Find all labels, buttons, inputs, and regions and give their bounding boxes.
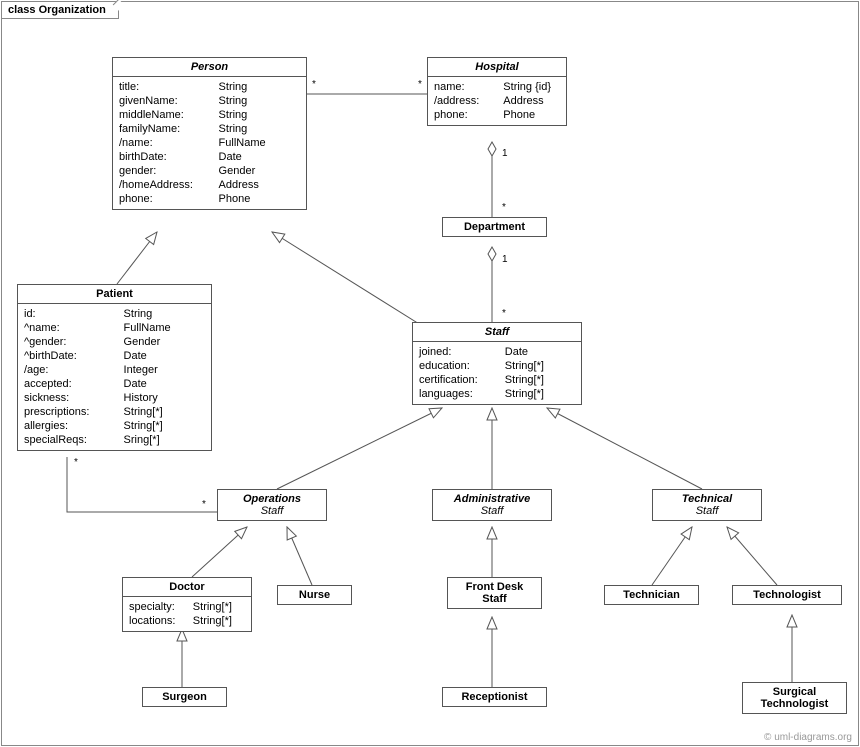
class-patient: Patient id:^name:^gender:^birthDate:/age…: [17, 284, 212, 451]
class-attrs: joined:education:certification:languages…: [413, 342, 581, 404]
mult: *: [74, 457, 78, 468]
class-title: Doctor: [123, 578, 251, 597]
line1: Front Desk: [466, 581, 523, 593]
class-title: Surgical Technologist: [743, 683, 846, 713]
class-title: Department: [443, 218, 546, 236]
class-title: Person: [113, 58, 306, 77]
class-attrs: name:/address:phone: String {id}AddressP…: [428, 77, 566, 125]
class-title: Administrative Staff: [433, 490, 551, 520]
class-technologist: Technologist: [732, 585, 842, 605]
line1: Administrative: [454, 493, 530, 505]
class-doctor: Doctor specialty:locations: String[*]Str…: [122, 577, 252, 632]
class-title: Operations Staff: [218, 490, 326, 520]
class-attrs: specialty:locations: String[*]String[*]: [123, 597, 251, 631]
class-title: Patient: [18, 285, 211, 304]
class-front-desk-staff: Front Desk Staff: [447, 577, 542, 609]
mult: *: [312, 79, 316, 90]
mult: *: [418, 79, 422, 90]
class-attrs: title:givenName:middleName:familyName:/n…: [113, 77, 306, 209]
line2: Staff: [657, 505, 757, 517]
class-title: Hospital: [428, 58, 566, 77]
class-title: Technical Staff: [653, 490, 761, 520]
class-hospital: Hospital name:/address:phone: String {id…: [427, 57, 567, 126]
class-department: Department: [442, 217, 547, 237]
line2: Staff: [437, 505, 547, 517]
uml-frame: class Organization: [1, 1, 859, 746]
class-technician: Technician: [604, 585, 699, 605]
class-title: Receptionist: [443, 688, 546, 706]
class-attrs: id:^name:^gender:^birthDate:/age:accepte…: [18, 304, 211, 450]
class-surgical-technologist: Surgical Technologist: [742, 682, 847, 714]
class-technical-staff: Technical Staff: [652, 489, 762, 521]
class-administrative-staff: Administrative Staff: [432, 489, 552, 521]
class-title: Surgeon: [143, 688, 226, 706]
line1: Operations: [243, 493, 301, 505]
class-person: Person title:givenName:middleName:family…: [112, 57, 307, 210]
line1: Technical: [682, 493, 732, 505]
class-surgeon: Surgeon: [142, 687, 227, 707]
class-title: Front Desk Staff: [448, 578, 541, 608]
line2: Technologist: [747, 698, 842, 710]
line2: Staff: [452, 593, 537, 605]
mult: *: [202, 499, 206, 510]
class-title: Nurse: [278, 586, 351, 604]
watermark: © uml-diagrams.org: [764, 732, 852, 743]
mult: *: [502, 308, 506, 319]
class-title: Staff: [413, 323, 581, 342]
class-receptionist: Receptionist: [442, 687, 547, 707]
class-operations-staff: Operations Staff: [217, 489, 327, 521]
class-title: Technologist: [733, 586, 841, 604]
line2: Staff: [222, 505, 322, 517]
class-staff: Staff joined:education:certification:lan…: [412, 322, 582, 405]
class-title: Technician: [605, 586, 698, 604]
mult: 1: [502, 148, 508, 159]
mult: *: [502, 202, 506, 213]
line1: Surgical: [773, 686, 816, 698]
class-nurse: Nurse: [277, 585, 352, 605]
frame-title: class Organization: [1, 1, 119, 19]
mult: 1: [502, 254, 508, 265]
